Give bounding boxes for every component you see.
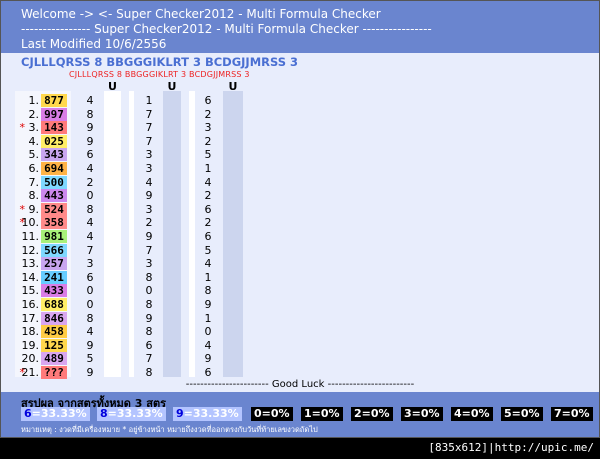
row-value: ???	[41, 366, 67, 379]
row-value: 566	[41, 243, 67, 257]
row-value: 343	[41, 148, 67, 162]
app-title-banner: ---------------- Super Checker2012 - Mul…	[21, 22, 432, 36]
badge-percent: =33.33%	[107, 407, 163, 420]
upic-watermark: [835x612]|http://upic.me/	[428, 441, 594, 454]
row-value: 125	[41, 338, 67, 352]
summary-zero-badge: 5=0%	[501, 407, 543, 421]
checker-window: Welcome -> <- Super Checker2012 - Multi …	[0, 0, 600, 438]
badge-percent: =33.33%	[31, 407, 87, 420]
u-header-3: U	[228, 80, 238, 93]
good-luck-line: ----------------------- Good Luck ------…	[185, 379, 415, 390]
table-row: * 21.??? 9 8 6	[1, 365, 261, 380]
row-value: 500	[41, 175, 67, 189]
summary-zero-badge: 1=0%	[301, 407, 343, 421]
row-value: 997	[41, 107, 67, 121]
summary-percent-badge: 9=33.33%	[173, 407, 242, 421]
row-value: 458	[41, 325, 67, 339]
header-bar: Welcome -> <- Super Checker2012 - Multi …	[1, 1, 599, 53]
row-value: 257	[41, 257, 67, 271]
u-header-1: U	[108, 80, 117, 93]
row-value: 433	[41, 284, 67, 298]
summary-panel: สรุปผล จากสูตรทั้งหมด 3 สูตร 6=33.33% 8=3…	[1, 392, 599, 437]
formula-1-digit: 9	[86, 366, 94, 379]
formula-title: CJLLLQRSS 8 BBGGGIKLRT 3 BCDGJJMRSS 3	[21, 55, 299, 69]
row-value: 846	[41, 311, 67, 325]
badge-digit: 8	[100, 407, 108, 420]
row-value: 143	[41, 121, 67, 135]
row-value: 443	[41, 189, 67, 203]
row-value: 241	[41, 270, 67, 284]
row-value: 524	[41, 202, 67, 216]
row-value: 358	[41, 216, 67, 230]
welcome-text: Welcome -> <- Super Checker2012 - Multi …	[21, 7, 381, 21]
summary-zero-badge: 3=0%	[401, 407, 443, 421]
summary-zero-badge: 7=0%	[551, 407, 593, 421]
badge-digit: 9	[176, 407, 184, 420]
summary-zero-badge: 2=0%	[351, 407, 393, 421]
row-value: 025	[41, 134, 67, 148]
badge-percent: =33.33%	[183, 407, 239, 420]
formula-3-digit: 6	[204, 366, 212, 379]
row-value: 694	[41, 162, 67, 175]
row-value: 688	[41, 298, 67, 311]
last-modified: Last Modified 10/6/2556	[21, 37, 167, 51]
summary-zero-badge: 4=0%	[451, 407, 493, 421]
summary-percent-badge: 8=33.33%	[97, 407, 166, 421]
formula-subtitle: CJLLLQRSS 8 BBGGGIKLRT 3 BCDGJJMRSS 3	[69, 70, 250, 79]
row-value: 981	[41, 230, 67, 243]
summary-zero-badge: 0=0%	[251, 407, 293, 421]
u-header-2: U	[167, 80, 177, 93]
row-value: 877	[41, 94, 67, 107]
row-value: 489	[41, 352, 67, 366]
formula-2-digit: 8	[145, 366, 153, 379]
summary-percent-badge: 6=33.33%	[21, 407, 90, 421]
row-number: 21.	[21, 366, 40, 379]
badge-digit: 6	[24, 407, 32, 420]
summary-note: หมายเหตุ : งวดที่มีเครื่องหมาย * อยู่ข้า…	[21, 425, 318, 434]
